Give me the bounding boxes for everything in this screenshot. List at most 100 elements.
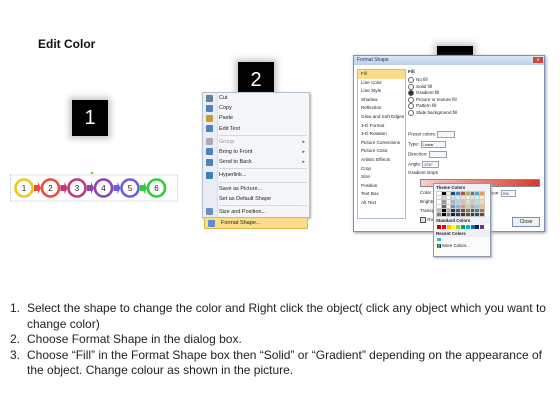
fill-option-picture-or-texture-fill[interactable]: Picture or texture fill <box>408 96 457 103</box>
color-swatch[interactable] <box>469 190 476 197</box>
menu-item-send-to-back[interactable]: Send to Back ▸ <box>203 157 309 167</box>
menu-item-group[interactable]: Group ▸ <box>203 137 309 147</box>
color-swatch[interactable] <box>450 195 457 201</box>
category-line-style[interactable]: Line Style <box>358 87 405 96</box>
color-swatch[interactable] <box>450 203 457 210</box>
color-swatch[interactable] <box>441 225 446 229</box>
color-swatch[interactable] <box>479 195 486 201</box>
color-swatch[interactable] <box>455 207 462 214</box>
color-swatch[interactable] <box>455 190 462 197</box>
fill-option-pattern-fill[interactable]: Pattern fill <box>408 103 436 110</box>
color-swatch[interactable] <box>437 237 441 242</box>
menu-item-paste[interactable]: Paste <box>203 113 309 123</box>
color-swatch[interactable] <box>440 203 447 210</box>
color-swatch[interactable] <box>474 203 481 210</box>
color-swatch[interactable] <box>479 190 486 197</box>
color-swatch[interactable] <box>460 225 465 229</box>
color-swatch[interactable] <box>469 207 476 214</box>
color-swatch[interactable] <box>479 199 486 205</box>
color-swatch[interactable] <box>464 203 471 210</box>
color-swatch[interactable] <box>470 225 475 229</box>
more-colors-item[interactable]: More Colors... <box>434 242 490 249</box>
close-button[interactable]: Close <box>512 217 540 227</box>
color-swatch[interactable] <box>445 190 452 197</box>
color-swatch[interactable] <box>440 211 447 218</box>
color-swatch[interactable] <box>459 211 466 218</box>
category-size[interactable]: Size <box>358 173 405 182</box>
color-swatch[interactable] <box>455 211 462 218</box>
color-swatch[interactable] <box>450 207 457 214</box>
color-swatch[interactable] <box>479 203 486 210</box>
color-swatch[interactable] <box>451 225 456 229</box>
category-glow-and-soft-edges[interactable]: Glow and Soft Edges <box>358 113 405 122</box>
color-swatch[interactable] <box>474 207 481 214</box>
menu-item-format-shape[interactable]: Format Shape... <box>204 217 308 230</box>
category-text-box[interactable]: Text Box <box>358 190 405 199</box>
menu-item-copy[interactable]: Copy <box>203 103 309 113</box>
color-swatch[interactable] <box>436 207 442 214</box>
color-swatch[interactable] <box>479 207 486 214</box>
color-swatch[interactable] <box>474 190 481 197</box>
color-swatch[interactable] <box>436 211 442 218</box>
process-diagram[interactable]: 1 2 3 4 5 6 <box>10 172 178 204</box>
color-swatch[interactable] <box>445 199 452 205</box>
color-swatch[interactable] <box>436 199 442 205</box>
color-swatch[interactable] <box>440 199 447 205</box>
color-swatch[interactable] <box>456 225 461 229</box>
color-swatch[interactable] <box>450 190 457 197</box>
color-swatch[interactable] <box>436 195 442 201</box>
color-swatch[interactable] <box>440 190 447 197</box>
color-swatch[interactable] <box>455 203 462 210</box>
category-position[interactable]: Position <box>358 182 405 191</box>
menu-item-hyperlink[interactable]: Hyperlink... <box>203 170 309 180</box>
category-line-color[interactable]: Line Color <box>358 79 405 88</box>
direction-dropdown[interactable] <box>428 151 447 158</box>
menu-item-bring-to-front[interactable]: Bring to Front ▸ <box>203 147 309 157</box>
color-swatch[interactable] <box>446 225 451 229</box>
color-swatch[interactable] <box>455 195 462 201</box>
category-picture-color[interactable]: Picture Color <box>358 147 405 156</box>
menu-item-edit-text[interactable]: Edit Text <box>203 124 309 134</box>
color-swatch[interactable] <box>445 211 452 218</box>
fill-option-gradient-fill[interactable]: Gradient fill <box>408 90 439 97</box>
color-swatch[interactable] <box>480 225 485 229</box>
category-alt-text[interactable]: Alt Text <box>358 199 405 208</box>
color-swatch[interactable] <box>464 195 471 201</box>
type-dropdown[interactable]: Linear <box>420 141 446 148</box>
color-swatch[interactable] <box>436 190 442 197</box>
category-picture-corrections[interactable]: Picture Corrections <box>358 139 405 148</box>
color-swatch[interactable] <box>469 199 476 205</box>
dialog-close-button[interactable]: x <box>533 57 543 63</box>
category-3-d-format[interactable]: 3-D Format <box>358 122 405 131</box>
color-swatch[interactable] <box>474 199 481 205</box>
category-reflection[interactable]: Reflection <box>358 104 405 113</box>
menu-item-save-as-picture[interactable]: Save as Picture... <box>203 184 309 194</box>
color-swatch[interactable] <box>469 203 476 210</box>
category-crop[interactable]: Crop <box>358 165 405 174</box>
color-swatch[interactable] <box>464 199 471 205</box>
color-swatch[interactable] <box>464 190 471 197</box>
color-swatch[interactable] <box>479 211 486 218</box>
category-artistic-effects[interactable]: Artistic Effects <box>358 156 405 165</box>
menu-item-cut[interactable]: Cut <box>203 93 309 103</box>
color-swatch[interactable] <box>459 207 466 214</box>
color-swatch[interactable] <box>464 207 471 214</box>
color-swatch[interactable] <box>459 199 466 205</box>
color-swatch[interactable] <box>474 211 481 218</box>
fill-option-solid-fill[interactable]: Solid fill <box>408 83 432 90</box>
color-swatch[interactable] <box>436 203 442 210</box>
fill-option-slide-background-fill[interactable]: Slide background fill <box>408 110 457 116</box>
menu-item-set-as-default-shape[interactable]: Set as Default Shape <box>203 194 309 204</box>
menu-item-size-and-position[interactable]: Size and Position... <box>203 207 309 217</box>
color-swatch[interactable] <box>445 207 452 214</box>
fill-option-no-fill[interactable]: No fill <box>408 77 428 83</box>
color-swatch[interactable] <box>475 225 480 229</box>
color-swatch[interactable] <box>455 199 462 205</box>
category-shadow[interactable]: Shadow <box>358 96 405 105</box>
color-swatch[interactable] <box>437 225 441 229</box>
color-swatch[interactable] <box>459 190 466 197</box>
color-swatch[interactable] <box>450 211 457 218</box>
position-field[interactable]: 0% <box>500 190 516 197</box>
color-swatch[interactable] <box>440 195 447 201</box>
color-swatch[interactable] <box>464 211 471 218</box>
